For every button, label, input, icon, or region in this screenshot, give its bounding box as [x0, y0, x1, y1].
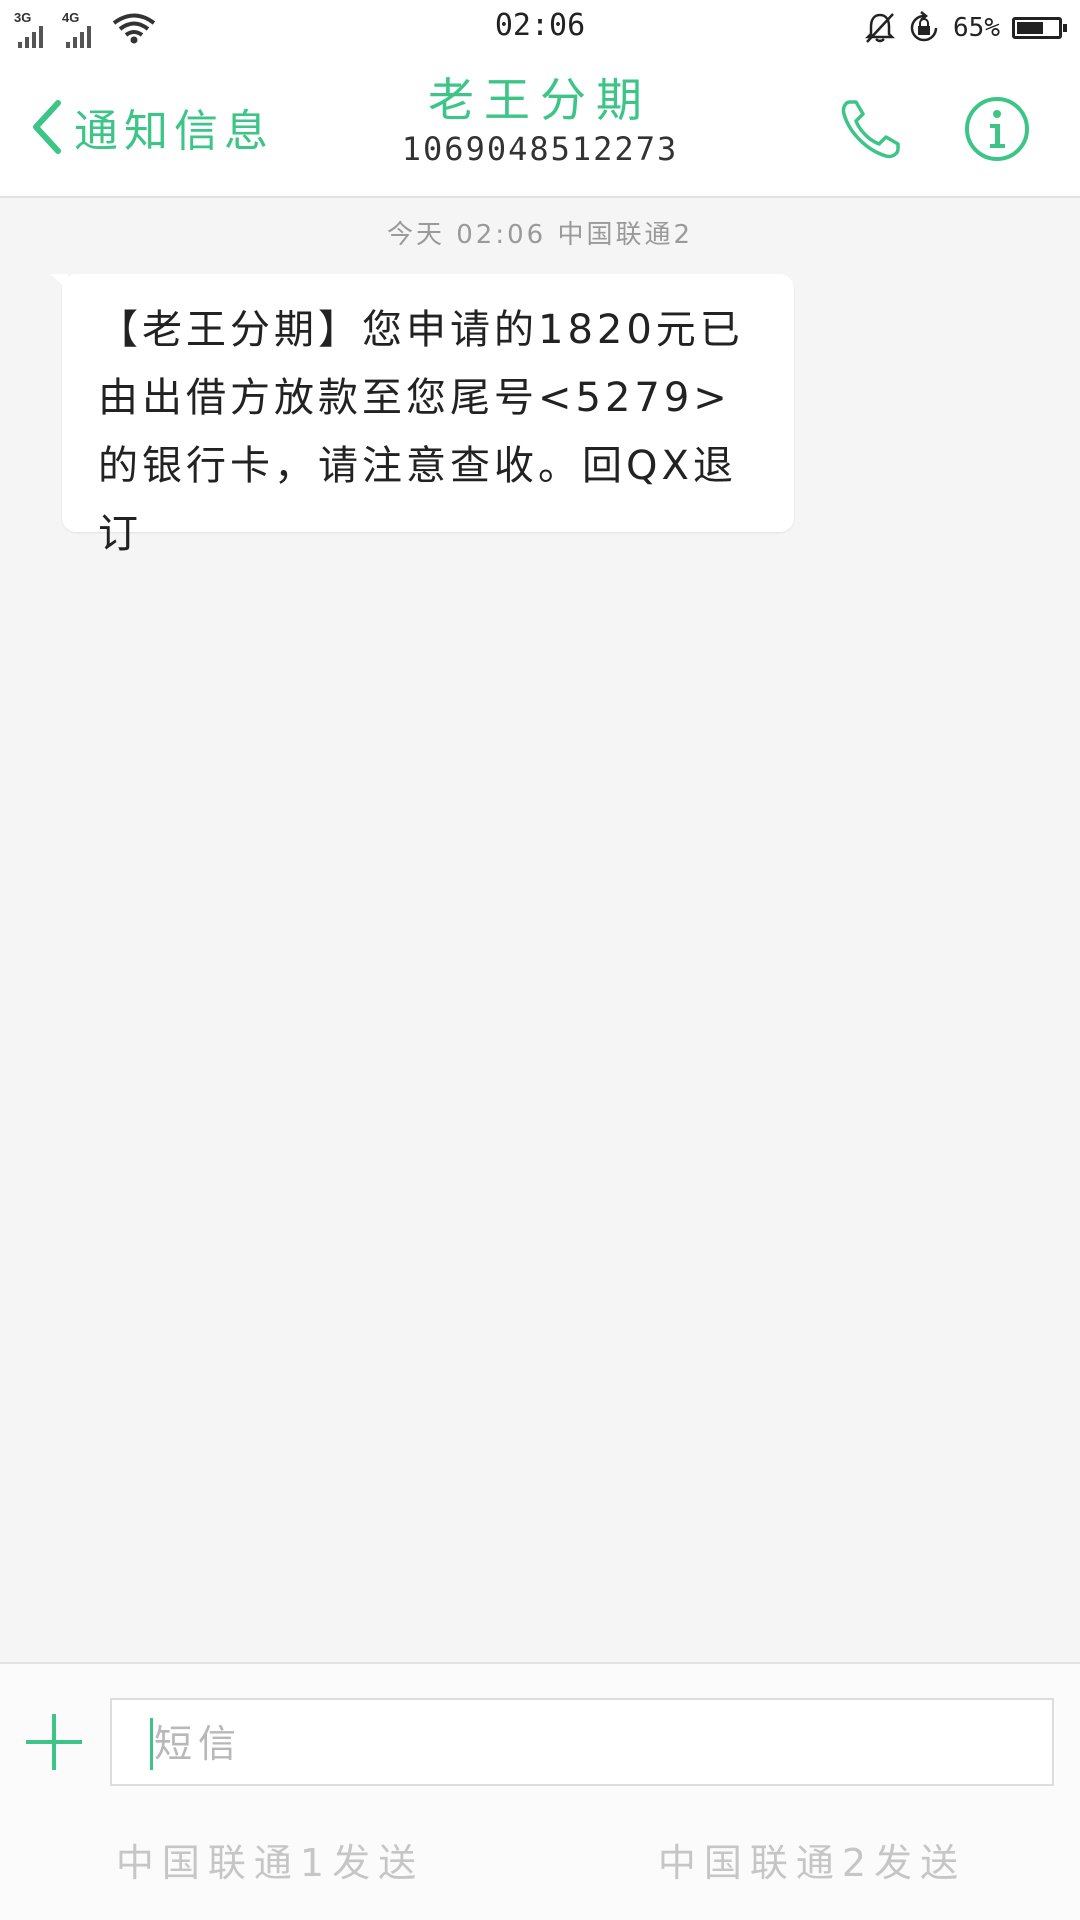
battery-percent: 65%	[953, 13, 1000, 43]
text-cursor	[150, 1718, 153, 1770]
rotation-lock-icon	[910, 11, 938, 42]
message-timestamp: 今天 02:06 中国联通2	[387, 220, 693, 250]
info-icon[interactable]	[962, 94, 1032, 164]
message-text: 【老王分期】您申请的1820元已由出借方放款至您尾号<5279>的银行卡，请注意…	[98, 307, 744, 557]
contact-info: 老王分期 1069048512273	[340, 72, 740, 170]
status-bar: 3G 4G 02:06 65%	[0, 0, 1080, 54]
phone-icon[interactable]	[836, 94, 906, 164]
message-bubble[interactable]: 【老王分期】您申请的1820元已由出借方放款至您尾号<5279>的银行卡，请注意…	[62, 274, 794, 557]
contact-name: 老王分期	[428, 73, 652, 127]
send-sim2-button[interactable]: 中国联通2发送	[612, 1832, 1012, 1887]
contact-number: 1069048512273	[401, 130, 679, 168]
message-input[interactable]: 短信	[110, 1698, 1054, 1786]
send-sim1-button[interactable]: 中国联通1发送	[70, 1832, 470, 1887]
message-input-placeholder: 短信	[154, 1722, 243, 1766]
back-label: 通知信息	[74, 106, 274, 157]
message-composer: 短信 中国联通1发送 中国联通2发送	[0, 1662, 1080, 1920]
chevron-left-icon	[33, 100, 61, 154]
battery-icon	[1012, 17, 1067, 39]
mute-icon	[865, 13, 896, 43]
conversation-header: 通知信息 老王分期 1069048512273	[0, 54, 1080, 198]
add-attachment-icon[interactable]	[26, 1714, 82, 1770]
back-button[interactable]: 通知信息	[30, 92, 274, 162]
